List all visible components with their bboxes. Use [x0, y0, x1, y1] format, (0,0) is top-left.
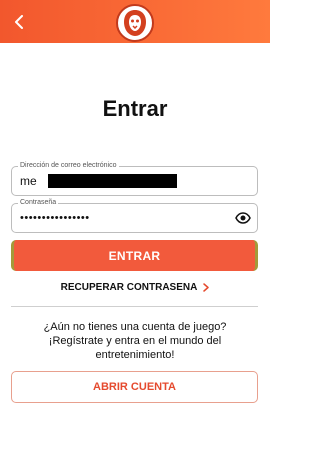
no-account-line-2: ¡Regístrate y entra en el mundo del	[48, 335, 222, 347]
lion-logo-icon	[116, 4, 154, 42]
email-value[interactable]: me	[20, 174, 37, 188]
app-header	[0, 0, 270, 43]
page-title: Entrar	[102, 96, 168, 121]
no-account-line-1: ¿Aún no tienes una cuenta de juego?	[43, 321, 227, 333]
recover-password-label: RECUPERAR CONTRASENA	[60, 282, 198, 293]
redacted-block	[48, 174, 177, 188]
email-label: Dirección de correo electrónico	[18, 161, 119, 171]
recover-password-link[interactable]: RECUPERAR CONTRASENA	[0, 282, 270, 293]
no-account-line-3: entretenimiento!	[95, 349, 175, 361]
chevron-right-icon	[203, 283, 210, 292]
eye-icon[interactable]	[235, 211, 251, 225]
divider	[11, 306, 258, 307]
chevron-left-icon	[15, 15, 23, 29]
login-button[interactable]: ENTRAR	[11, 240, 258, 271]
password-field[interactable]: Contraseña ••••••••••••••••	[11, 198, 258, 233]
email-field[interactable]: Dirección de correo electrónico me	[11, 161, 258, 196]
no-account-text: ¿Aún no tienes una cuenta de juego? ¡Reg…	[20, 320, 250, 362]
password-label: Contraseña	[18, 198, 59, 208]
back-button[interactable]	[9, 12, 29, 32]
open-account-button[interactable]: ABRIR CUENTA	[11, 371, 258, 403]
password-value[interactable]: ••••••••••••••••	[20, 212, 90, 224]
